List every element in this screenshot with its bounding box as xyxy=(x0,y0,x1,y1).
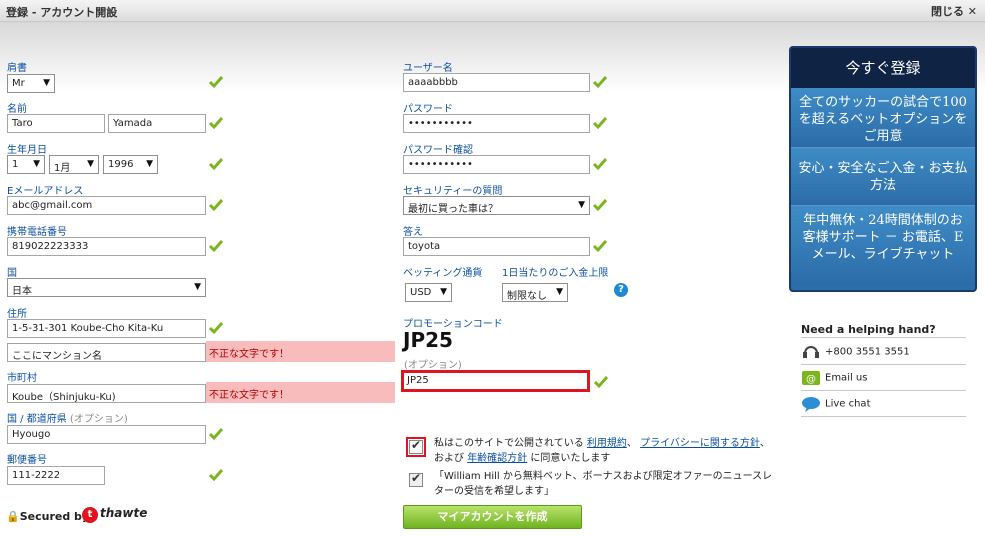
phone-contact[interactable]: +800 3551 3551 xyxy=(801,343,910,361)
state-label: 国 / 都道府県 (オプション) xyxy=(7,414,128,425)
promo-optional-label: (オプション) xyxy=(404,360,462,371)
window-title: 登録 - アカウント開設 xyxy=(6,6,118,19)
username-input[interactable]: aaaabbbb xyxy=(403,73,590,92)
dob-label: 生年月日 xyxy=(7,145,47,156)
promo-panel: 今すぐ登録 全てのサッカーの試合で100を超えるベットオプションをご用意 安心・… xyxy=(789,46,977,292)
address1-input[interactable]: 1-5-31-301 Koube-Cho Kita-Ku xyxy=(7,319,206,338)
terms-text: 私はこのサイトで公開されている 利用規約、 プライバシーに関する方針、および 年… xyxy=(434,438,770,464)
password-input[interactable]: ••••••••••• xyxy=(403,114,590,133)
city-error: 不正な文字です！ xyxy=(206,382,395,403)
city-input[interactable]: Koube（Shinjuku-Ku) xyxy=(7,384,206,403)
secured-by-label: 🔒Secured by xyxy=(6,510,90,523)
email-contact[interactable]: @ Email us xyxy=(801,369,867,387)
address2-input[interactable]: ここにマンション名 xyxy=(7,343,206,362)
currency-label: ベッティング通貨 xyxy=(403,268,483,279)
create-account-button[interactable]: マイアカウントを作成 xyxy=(403,505,582,529)
divider xyxy=(801,390,966,391)
help-icon[interactable]: ? xyxy=(614,283,628,297)
terms-link[interactable]: 利用規約 xyxy=(587,438,627,449)
first-name-input[interactable]: Taro xyxy=(7,114,105,133)
postcode-input[interactable]: 111-2222 xyxy=(7,466,105,485)
country-label: 国 xyxy=(7,268,17,279)
help-title: Need a helping hand? xyxy=(801,323,936,336)
thawte-icon: t xyxy=(82,507,98,523)
address2-error: 不正な文字です！ xyxy=(206,341,395,362)
country-select[interactable]: 日本 ▼ xyxy=(7,278,206,297)
terms-checkbox[interactable]: ✔ xyxy=(406,437,426,457)
title-label: 肩書 xyxy=(7,63,27,74)
close-button[interactable]: 閉じる ✕ xyxy=(931,3,977,19)
check-icon xyxy=(208,240,224,253)
security-question-label: セキュリティーの質問 xyxy=(403,186,503,197)
lock-icon: 🔒 xyxy=(6,510,20,523)
panel-block-3: 年中無休・24時間体制のお客様サポート － お電話、Eメール、ライブチャット xyxy=(791,206,975,286)
email-label: Eメールアドレス xyxy=(7,186,84,197)
check-icon xyxy=(208,117,224,130)
address-label: 住所 xyxy=(7,309,27,320)
newsletter-checkbox[interactable]: ✔ xyxy=(409,471,423,487)
check-icon xyxy=(592,199,608,212)
age-verification-link[interactable]: 年齢確認方針 xyxy=(467,453,527,464)
panel-block-2: 安心・安全なご入金・お支払方法 xyxy=(791,148,975,206)
panel-block-1: 全てのサッカーの試合で100を超えるベットオプションをご用意 xyxy=(791,88,975,148)
check-icon xyxy=(208,322,224,335)
email-icon: @ xyxy=(802,371,820,385)
password-label: パスワード xyxy=(403,104,453,115)
mobile-label: 携帯電話番号 xyxy=(7,227,67,238)
svg-text:@: @ xyxy=(806,374,816,385)
newsletter-text: 「William Hill から無料ベット、ボーナスおよび限定オファーのニュース… xyxy=(434,471,773,497)
panel-header: 今すぐ登録 xyxy=(791,48,975,88)
mobile-input[interactable]: 819022223333 xyxy=(7,237,206,256)
chat-icon xyxy=(802,397,820,412)
check-icon xyxy=(208,76,224,89)
thawte-logo: t thawte xyxy=(82,506,147,523)
divider xyxy=(801,364,966,365)
currency-select[interactable]: USD ▼ xyxy=(405,283,452,302)
security-question-select[interactable]: 最初に買った車は？ ▼ xyxy=(403,196,590,215)
check-icon xyxy=(593,376,609,389)
deposit-limit-label: 1日当たりのご入金上限 xyxy=(502,268,609,279)
live-chat-contact[interactable]: Live chat xyxy=(801,395,870,413)
check-icon xyxy=(592,117,608,130)
answer-label: 答え xyxy=(403,227,423,238)
check-icon xyxy=(208,469,224,482)
email-input[interactable]: abc@gmail.com xyxy=(7,196,206,215)
city-label: 市町村 xyxy=(7,373,37,384)
last-name-input[interactable]: Yamada xyxy=(108,114,206,133)
password-confirm-label: パスワード確認 xyxy=(403,145,473,156)
dob-year-select[interactable]: 1996 ▼ xyxy=(103,155,158,174)
promo-code-display: JP25 xyxy=(403,328,453,352)
headset-icon xyxy=(803,346,819,358)
check-icon xyxy=(208,158,224,171)
check-icon xyxy=(592,76,608,89)
check-icon xyxy=(208,199,224,212)
title-bar: 登録 - アカウント開設 閉じる ✕ xyxy=(0,0,985,22)
password-confirm-input[interactable]: ••••••••••• xyxy=(403,155,590,174)
privacy-link[interactable]: プライバシーに関する方針 xyxy=(640,438,760,449)
name-label: 名前 xyxy=(7,104,27,115)
postcode-label: 郵便番号 xyxy=(7,455,47,466)
check-icon xyxy=(592,240,608,253)
deposit-limit-select[interactable]: 制限なし ▼ xyxy=(502,283,568,302)
check-icon xyxy=(592,158,608,171)
state-input[interactable]: Hyougo xyxy=(7,425,206,444)
dob-day-select[interactable]: 1 ▼ xyxy=(7,155,45,174)
check-icon xyxy=(208,428,224,441)
username-label: ユーザー名 xyxy=(403,63,453,74)
title-select[interactable]: Mr ▼ xyxy=(7,74,55,93)
dob-month-select[interactable]: 1月 ▼ xyxy=(49,155,99,174)
answer-input[interactable]: toyota xyxy=(403,237,590,256)
divider xyxy=(801,416,966,417)
promo-code-input[interactable]: JP25 xyxy=(401,370,590,392)
divider xyxy=(801,337,966,338)
